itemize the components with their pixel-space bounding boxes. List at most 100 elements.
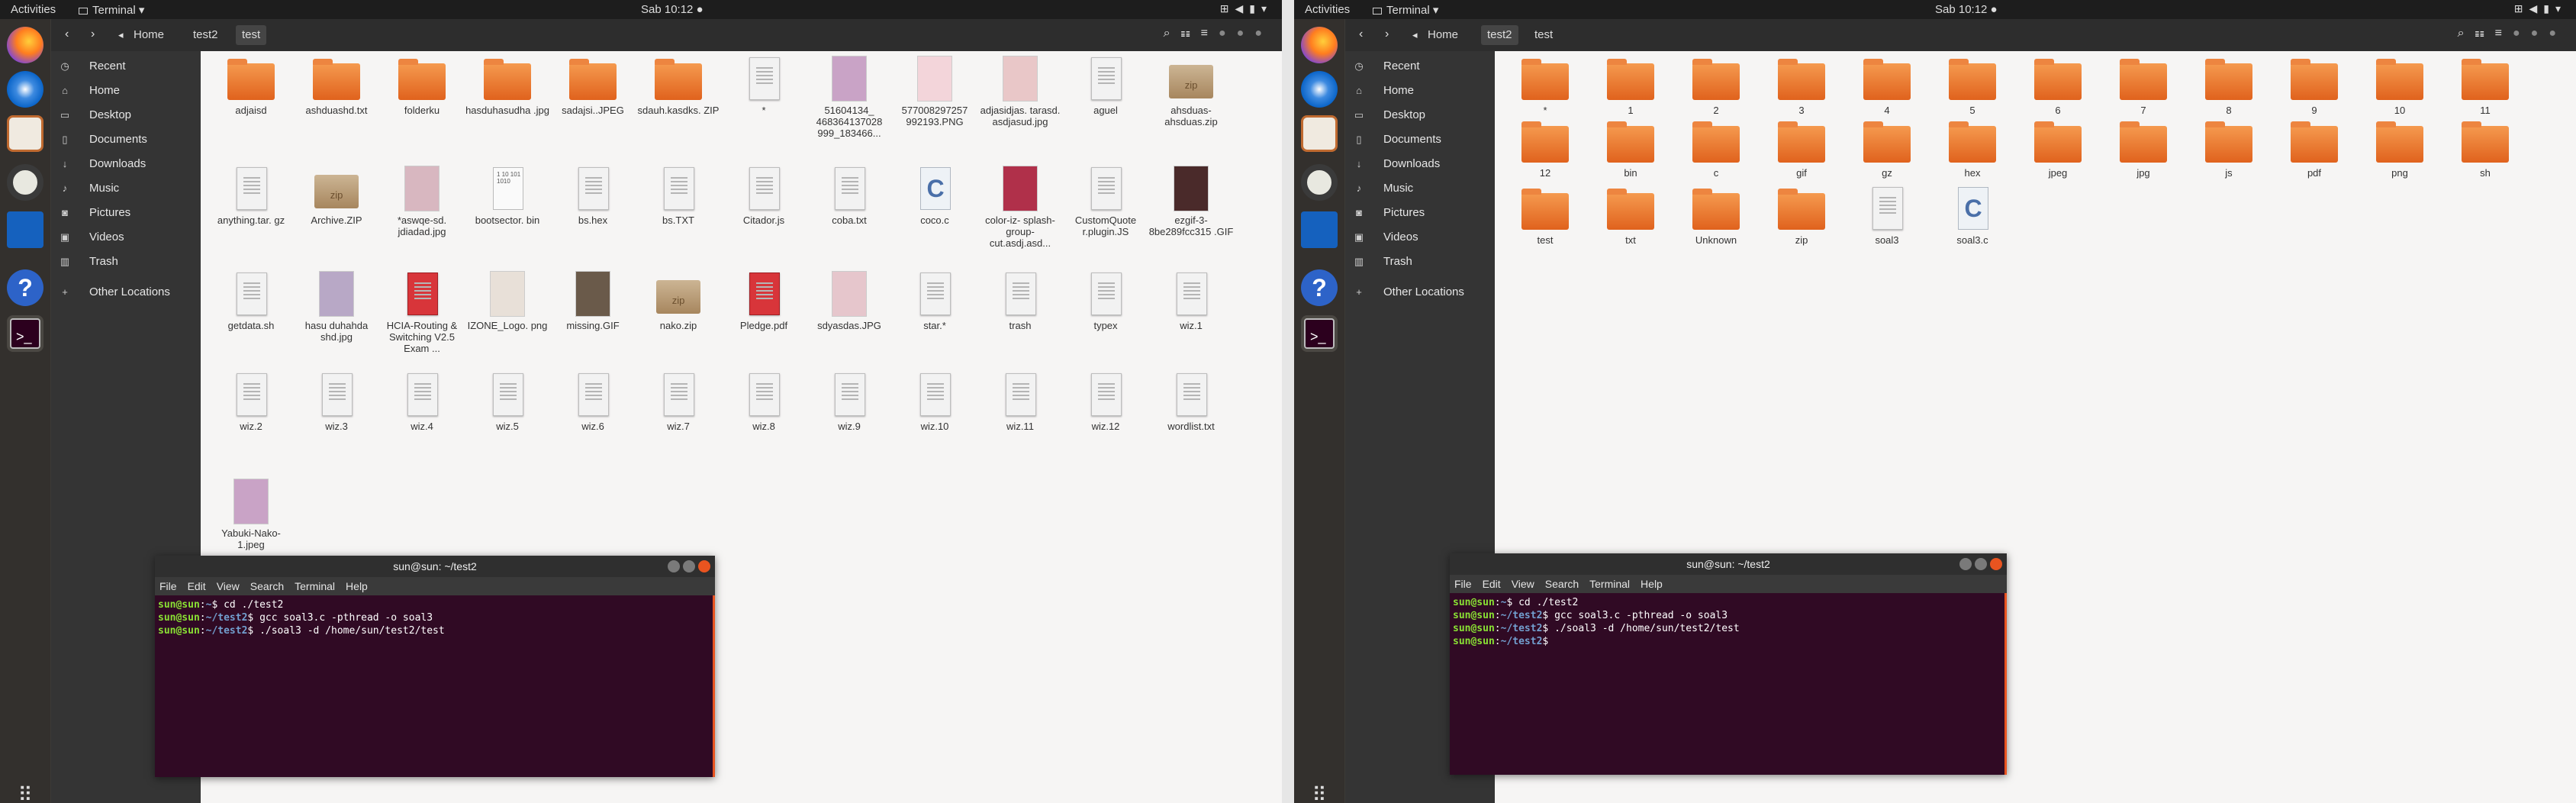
terminal-output[interactable]: sun@sun:~$ cd ./test2 sun@sun:~/test2$ gc… <box>1450 593 2007 775</box>
sidebar-item-downloads[interactable]: ↓ Downloads <box>51 152 201 176</box>
terminal-menu-help[interactable]: Help <box>1641 578 1663 590</box>
breadcrumb-home[interactable]: Home <box>1422 25 1464 45</box>
terminal-menu-edit[interactable]: Edit <box>188 580 206 592</box>
firefox-icon[interactable] <box>7 27 43 63</box>
terminal-menu-file[interactable]: File <box>1454 578 1472 590</box>
file-item[interactable]: sdyasdas.JPG <box>807 271 892 331</box>
file-item[interactable]: 1 10 101 1010 bootsector. bin <box>465 166 550 226</box>
terminal-menu-view[interactable]: View <box>217 580 240 592</box>
file-item[interactable]: Citador.js <box>721 166 807 226</box>
terminal-output[interactable]: sun@sun:~$ cd ./test2 sun@sun:~/test2$ gc… <box>155 595 715 777</box>
file-item[interactable]: Yabuki-Nako- 1.jpeg <box>208 479 294 550</box>
file-item[interactable]: 10 <box>2357 56 2442 116</box>
file-item[interactable]: color-iz- splash-group- cut.asdj.asd... <box>977 166 1063 249</box>
breadcrumb-item[interactable]: test <box>1528 25 1559 45</box>
terminal-menu-view[interactable]: View <box>1512 578 1534 590</box>
file-item[interactable]: bs.TXT <box>636 166 721 226</box>
sidebar-item-downloads[interactable]: ↓ Downloads <box>1345 152 1495 176</box>
file-item[interactable]: 8 <box>2186 56 2272 116</box>
breadcrumb-item[interactable]: test2 <box>1481 25 1518 45</box>
maximize-button[interactable] <box>683 560 695 572</box>
file-item[interactable]: 5 <box>1930 56 2015 116</box>
file-item[interactable]: zip nako.zip <box>636 271 721 331</box>
thunderbird-icon[interactable] <box>7 71 43 108</box>
file-item[interactable]: zip Archive.ZIP <box>294 166 379 226</box>
sidebar-item-music[interactable]: ♪ Music <box>1345 176 1495 201</box>
file-item[interactable]: wordlist.txt <box>1148 372 1234 432</box>
search-icon[interactable]: ⌕ <box>2458 27 2475 40</box>
show-apps-icon[interactable]: ⠿ <box>13 782 37 803</box>
file-item[interactable]: wiz.12 <box>1063 372 1148 432</box>
file-item[interactable]: pdf <box>2272 118 2357 179</box>
file-item[interactable]: star.* <box>892 271 977 331</box>
terminal-menu-edit[interactable]: Edit <box>1483 578 1501 590</box>
file-item[interactable]: Ccoco.c <box>892 166 977 226</box>
file-item[interactable]: hasduhasudha .jpg <box>465 56 550 116</box>
file-item[interactable]: jpg <box>2101 118 2186 179</box>
file-item[interactable]: trash <box>977 271 1063 331</box>
libreoffice-writer-icon[interactable] <box>7 211 43 248</box>
file-item[interactable]: ezgif-3- 8be289fcc315 .GIF <box>1148 166 1234 237</box>
maximize-button[interactable] <box>1975 558 1987 570</box>
sidebar-item-recent[interactable]: ◷ Recent <box>1345 54 1495 79</box>
file-item[interactable]: CustomQuote r.plugin.JS <box>1063 166 1148 237</box>
sidebar-item-videos[interactable]: ▣ Videos <box>1345 225 1495 250</box>
forward-icon[interactable]: › <box>1385 27 1389 41</box>
terminal-menu-file[interactable]: File <box>159 580 177 592</box>
forward-icon[interactable]: › <box>91 27 95 41</box>
file-item[interactable]: *aswqe-sd. jdiadad.jpg <box>379 166 465 237</box>
search-icon[interactable]: ⌕ <box>1164 27 1181 40</box>
minimize-button[interactable] <box>1959 558 1972 570</box>
app-menu[interactable]: Terminal ▾ <box>1373 3 1438 17</box>
sidebar-item-pictures[interactable]: ◙ Pictures <box>1345 201 1495 225</box>
file-item[interactable]: ashduashd.txt <box>294 56 379 116</box>
terminal-window[interactable]: sun@sun: ~/test2 File Edit View Search Termi… <box>1450 553 2007 775</box>
activities-button[interactable]: Activities <box>1305 3 1350 16</box>
file-item[interactable]: wiz.8 <box>721 372 807 432</box>
file-item[interactable]: aguel <box>1063 56 1148 116</box>
window-controls[interactable]: ●●● <box>2513 27 2567 40</box>
file-item[interactable]: bs.hex <box>550 166 636 226</box>
terminal-menu-search[interactable]: Search <box>1545 578 1579 590</box>
breadcrumb-item[interactable]: test <box>236 25 267 45</box>
file-item[interactable]: wiz.3 <box>294 372 379 432</box>
sidebar-item-other-locations[interactable]: + Other Locations <box>1345 280 1495 305</box>
file-item[interactable]: coba.txt <box>807 166 892 226</box>
file-item[interactable]: wiz.1 <box>1148 271 1234 331</box>
file-item[interactable]: c <box>1673 118 1759 179</box>
file-item[interactable]: getdata.sh <box>208 271 294 331</box>
file-item[interactable]: 4 <box>1844 56 1930 116</box>
file-item[interactable]: 51604134_ 468364137028 999_183466... <box>807 56 892 139</box>
files-app-icon[interactable] <box>7 115 43 152</box>
file-item[interactable]: 3 <box>1759 56 1844 116</box>
file-item[interactable]: Unknown <box>1673 185 1759 246</box>
file-item[interactable]: HCIA-Routing & Switching V2.5 Exam ... <box>379 271 465 354</box>
file-item[interactable]: bin <box>1588 118 1673 179</box>
file-item[interactable]: test <box>1502 185 1588 246</box>
terminal-window[interactable]: sun@sun: ~/test2 File Edit View Search Termi… <box>155 556 715 777</box>
system-tray[interactable]: ⊞◀▮▾ <box>1220 2 1273 15</box>
view-options-icon[interactable]: ☷ <box>1181 27 1201 40</box>
sidebar-item-pictures[interactable]: ◙ Pictures <box>51 201 201 225</box>
file-item[interactable]: gif <box>1759 118 1844 179</box>
minimize-button[interactable] <box>668 560 680 572</box>
sidebar-item-videos[interactable]: ▣ Videos <box>51 225 201 250</box>
file-item[interactable]: IZONE_Logo. png <box>465 271 550 331</box>
sidebar-item-home[interactable]: ⌂ Home <box>51 79 201 103</box>
file-item[interactable]: zip <box>1759 185 1844 246</box>
file-item[interactable]: jpeg <box>2015 118 2101 179</box>
file-item[interactable]: * <box>721 56 807 116</box>
file-item[interactable]: hex <box>1930 118 2015 179</box>
crumb-left-arrow-icon[interactable]: ◂ <box>118 29 124 41</box>
file-item[interactable]: png <box>2357 118 2442 179</box>
terminal-menu-terminal[interactable]: Terminal <box>1589 578 1630 590</box>
file-item[interactable]: 1 <box>1588 56 1673 116</box>
window-controls[interactable]: ●●● <box>1219 27 1273 40</box>
sidebar-item-desktop[interactable]: ▭ Desktop <box>51 103 201 127</box>
file-item[interactable]: 2 <box>1673 56 1759 116</box>
help-icon[interactable]: ? <box>7 269 43 306</box>
file-item[interactable]: 577008297257 992193.PNG <box>892 56 977 127</box>
view-options-icon[interactable]: ☷ <box>2475 27 2495 40</box>
rhythmbox-icon[interactable] <box>1301 164 1338 201</box>
back-icon[interactable]: ‹ <box>1359 27 1363 41</box>
